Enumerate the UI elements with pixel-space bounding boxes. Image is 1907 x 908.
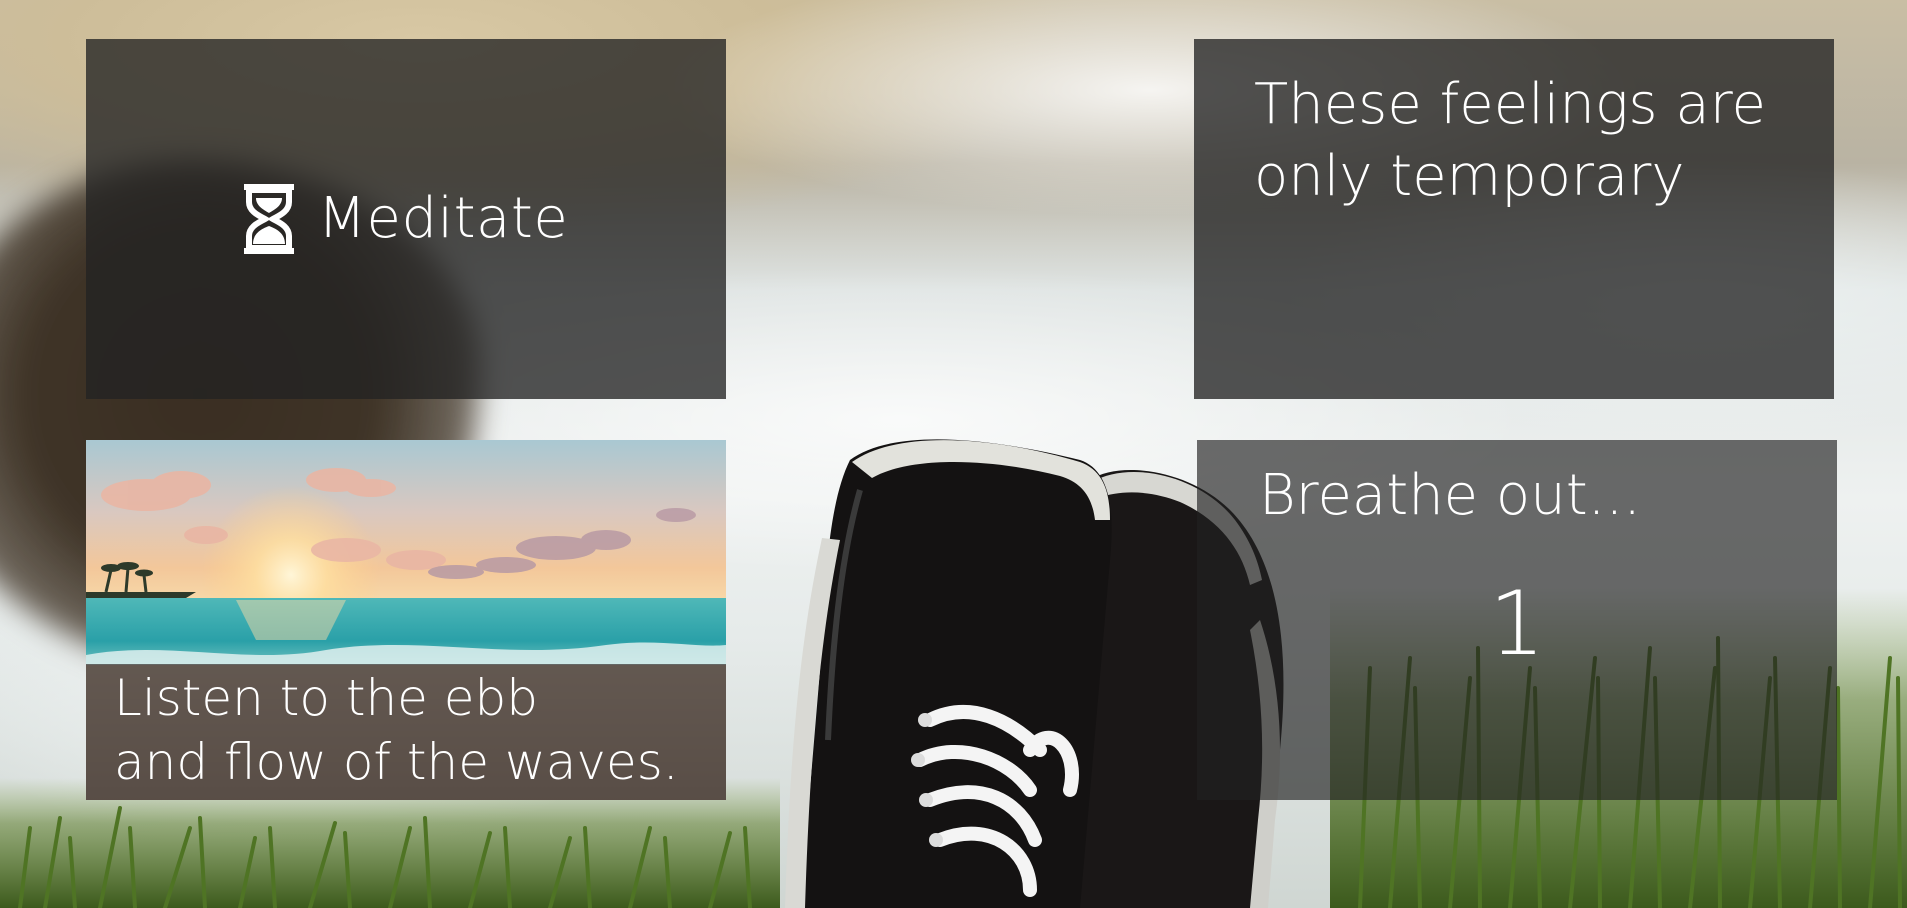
waves-caption-line-1: Listen to the ebb — [114, 669, 539, 727]
breathing-card: Breathe out... 1 — [1197, 440, 1837, 800]
affirmation-card: These feelings are only temporary — [1194, 39, 1834, 399]
waves-card[interactable]: Listen to the ebb and flow of the waves. — [86, 440, 726, 800]
meditate-button[interactable]: Meditate — [86, 39, 726, 399]
breathe-instruction: Breathe out... — [1259, 463, 1642, 528]
waves-caption: Listen to the ebb and flow of the waves. — [86, 664, 726, 800]
affirmation-text: These feelings are only temporary — [1254, 72, 1766, 209]
meditate-label: Meditate — [317, 186, 569, 251]
waves-caption-line-2: and flow of the waves. — [114, 733, 679, 791]
hourglass-icon — [243, 184, 294, 254]
breathe-counter: 1 — [1489, 572, 1545, 675]
meditate-content: Meditate — [243, 184, 569, 254]
